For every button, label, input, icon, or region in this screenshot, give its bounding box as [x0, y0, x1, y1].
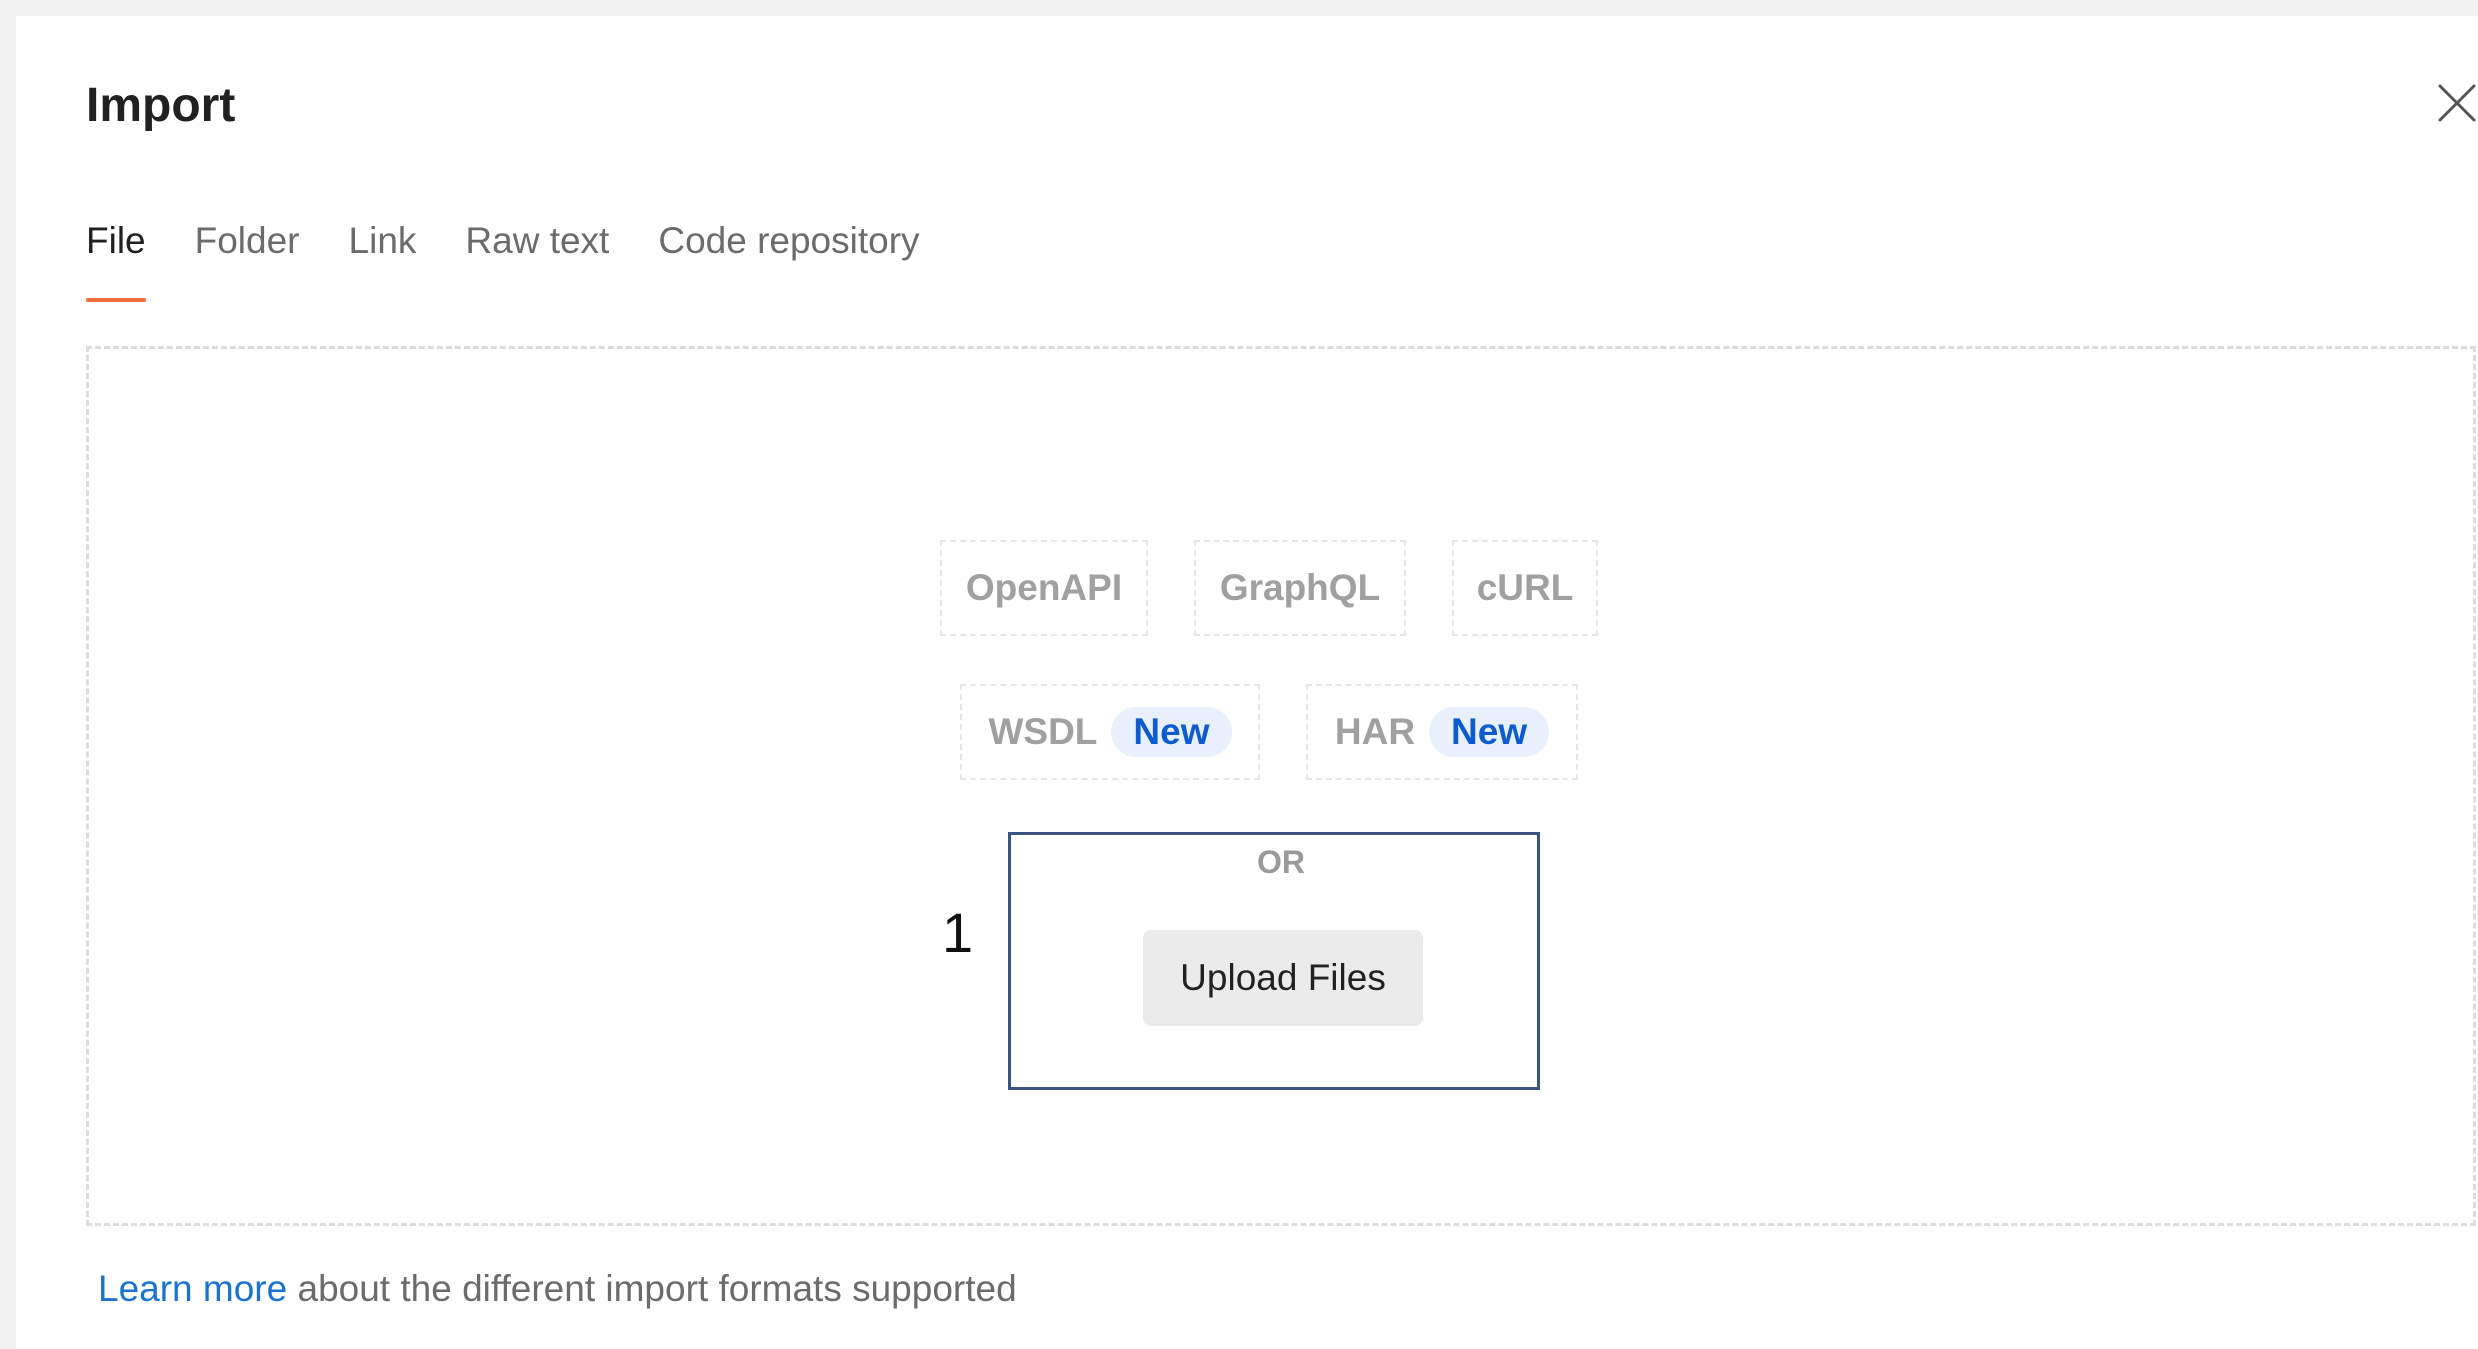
- format-wsdl-label: WSDL: [988, 711, 1098, 752]
- close-button[interactable]: [2434, 80, 2478, 126]
- format-openapi-label: OpenAPI: [965, 567, 1123, 608]
- import-tabs: File Folder Link Raw text Code repositor…: [86, 220, 920, 302]
- format-wsdl[interactable]: WSDL New: [960, 684, 1260, 780]
- tab-file[interactable]: File: [86, 220, 146, 302]
- close-icon: [2438, 84, 2476, 122]
- tab-raw-text[interactable]: Raw text: [465, 220, 609, 280]
- learn-more-description: about the different import formats suppo…: [287, 1268, 1017, 1309]
- learn-more-link[interactable]: Learn more: [98, 1268, 287, 1309]
- new-badge: New: [1111, 707, 1232, 757]
- annotation-number: 1: [942, 901, 974, 964]
- learn-more-text: Learn more about the different import fo…: [98, 1268, 1017, 1310]
- upload-files-button[interactable]: Upload Files: [1143, 930, 1423, 1026]
- format-har-label: HAR: [1334, 711, 1416, 752]
- import-dialog: Import File Folder Link Raw text Code re…: [16, 16, 2478, 1349]
- tab-link[interactable]: Link: [349, 220, 417, 280]
- format-graphql-label: GraphQL: [1219, 567, 1381, 608]
- format-openapi[interactable]: OpenAPI: [940, 540, 1148, 636]
- format-graphql[interactable]: GraphQL: [1194, 540, 1406, 636]
- tab-folder[interactable]: Folder: [195, 220, 300, 280]
- dialog-title: Import: [86, 79, 236, 132]
- format-curl[interactable]: cURL: [1452, 540, 1598, 636]
- tab-code-repository[interactable]: Code repository: [658, 220, 919, 280]
- file-dropzone[interactable]: [86, 346, 2476, 1226]
- or-label: OR: [1257, 844, 1305, 880]
- format-curl-label: cURL: [1476, 567, 1574, 608]
- format-har[interactable]: HAR New: [1306, 684, 1578, 780]
- new-badge: New: [1429, 707, 1550, 757]
